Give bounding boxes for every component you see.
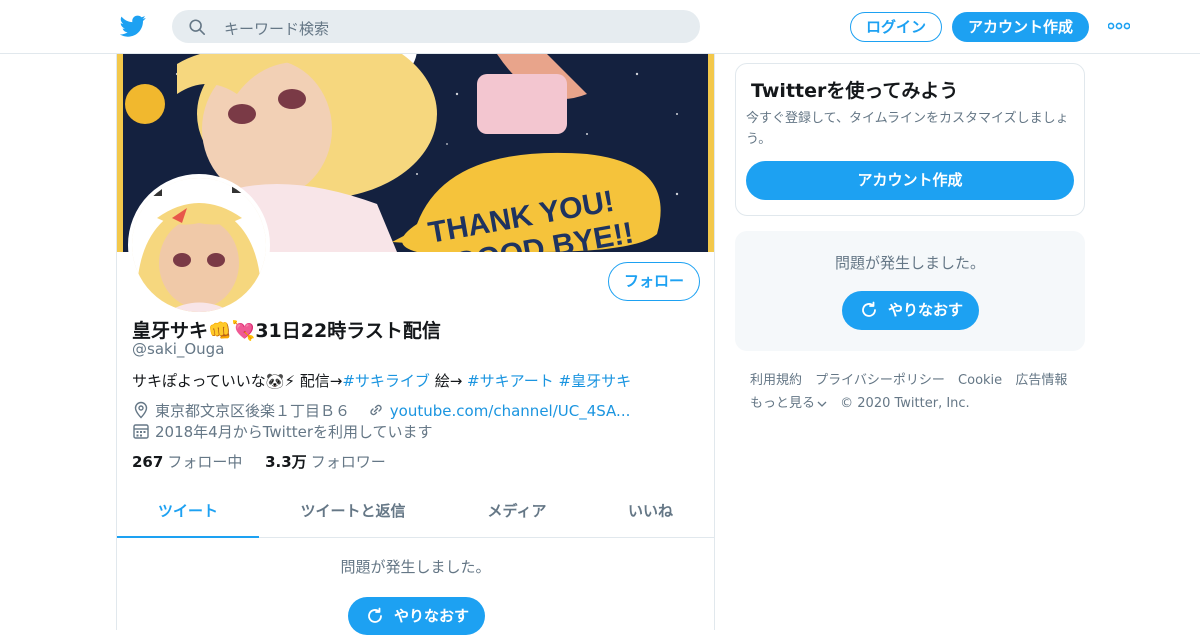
- bio-text: 絵→: [429, 372, 468, 390]
- signup-promo-card: Twitterを使ってみよう 今すぐ登録して、タイムラインをカスタマイズしましょ…: [735, 63, 1085, 216]
- footer-more-link[interactable]: もっと見る: [750, 396, 827, 411]
- avatar-image: [132, 178, 266, 312]
- hashtag-link[interactable]: #サキアート: [467, 372, 554, 390]
- footer-terms-link[interactable]: 利用規約: [750, 373, 802, 388]
- sidebar-error-box: 問題が発生しました。 やりなおす: [735, 231, 1085, 351]
- twitter-bird-icon[interactable]: [120, 13, 146, 39]
- calendar-icon: [133, 424, 149, 439]
- sidebar-retry-button[interactable]: やりなおす: [842, 291, 979, 330]
- profile-avatar[interactable]: [128, 174, 270, 316]
- profile-location: 東京都文京区後楽１丁目Ｂ６: [155, 402, 351, 420]
- profile-column: THANK YOU! GOOD BYE!! フォロー 皇牙サキ👊💘31日22時ラ…: [116, 54, 715, 635]
- tab-media[interactable]: メディア: [447, 486, 587, 538]
- timeline-retry-button[interactable]: やりなおす: [348, 597, 485, 635]
- profile-bio: サキぽよっていいな🐼⚡ 配信→#サキライブ 絵→ #サキアート #皇牙サキ: [132, 370, 631, 391]
- profile-website-link[interactable]: youtube.com/channel/UC_4SA...: [390, 402, 631, 420]
- bio-text: サキぽよっていいな🐼⚡ 配信→: [132, 372, 343, 390]
- signup-button[interactable]: アカウント作成: [952, 12, 1089, 42]
- login-button[interactable]: ログイン: [850, 12, 942, 42]
- link-icon: [370, 404, 382, 416]
- search-input[interactable]: キーワード検索: [172, 10, 700, 43]
- tab-likes[interactable]: いいね: [587, 486, 714, 538]
- followers-label: フォロワー: [310, 453, 386, 471]
- profile-joined-row: 2018年4月からTwitterを利用しています: [132, 421, 433, 442]
- footer-privacy-link[interactable]: プライバシーポリシー: [815, 373, 945, 388]
- followers-stat[interactable]: 3.3万 フォロワー: [265, 453, 386, 471]
- following-label: フォロー中: [167, 453, 243, 471]
- refresh-icon: [368, 607, 382, 623]
- footer-links-row2: もっと見る © 2020 Twitter, Inc.: [750, 392, 979, 411]
- search-placeholder: キーワード検索: [224, 20, 330, 38]
- profile-handle[interactable]: @saki_Ouga: [132, 340, 224, 358]
- footer-more-label: もっと見る: [750, 396, 816, 411]
- promo-text: 今すぐ登録して、タイムラインをカスタマイズしましょう。: [746, 111, 1069, 147]
- followers-count: 3.3万: [265, 453, 307, 471]
- follow-button[interactable]: フォロー: [608, 262, 700, 301]
- retry-label: やりなおす: [394, 607, 470, 625]
- chevron-down-icon: [817, 401, 827, 407]
- timeline-error-message: 問題が発生しました。: [340, 558, 491, 576]
- tab-tweets-and-replies[interactable]: ツイートと返信: [259, 486, 447, 538]
- profile-joined-date: 2018年4月からTwitterを利用しています: [155, 423, 433, 441]
- profile-display-name: 皇牙サキ👊💘31日22時ラスト配信: [132, 320, 441, 342]
- footer-links: 利用規約 プライバシーポリシー Cookie 広告情報: [750, 369, 1076, 388]
- profile-stats: 267 フォロー中 3.3万 フォロワー: [132, 451, 404, 472]
- tab-tweets[interactable]: ツイート: [117, 486, 259, 538]
- profile-tabs: ツイート ツイートと返信 メディア いいね: [117, 486, 714, 538]
- top-navigation-bar: キーワード検索 ログイン アカウント作成: [0, 0, 1200, 54]
- refresh-icon: [862, 301, 876, 317]
- hashtag-link[interactable]: #サキライブ: [342, 372, 430, 390]
- more-options-icon[interactable]: [1108, 22, 1130, 30]
- footer-ads-link[interactable]: 広告情報: [1015, 373, 1067, 388]
- footer-copyright: © 2020 Twitter, Inc.: [840, 396, 970, 411]
- following-count: 267: [132, 453, 164, 471]
- location-pin-icon: [134, 401, 148, 419]
- search-icon: [189, 19, 206, 36]
- retry-label: やりなおす: [888, 301, 964, 319]
- following-stat[interactable]: 267 フォロー中: [132, 453, 242, 471]
- promo-title: Twitterを使ってみよう: [751, 80, 959, 102]
- hashtag-link[interactable]: #皇牙サキ: [559, 372, 632, 390]
- profile-meta-row: 東京都文京区後楽１丁目Ｂ６ youtube.com/channel/UC_4SA…: [132, 400, 630, 421]
- promo-signup-button[interactable]: アカウント作成: [746, 161, 1074, 200]
- sidebar-error-message: 問題が発生しました。: [834, 254, 985, 272]
- footer-cookie-link[interactable]: Cookie: [958, 373, 1002, 388]
